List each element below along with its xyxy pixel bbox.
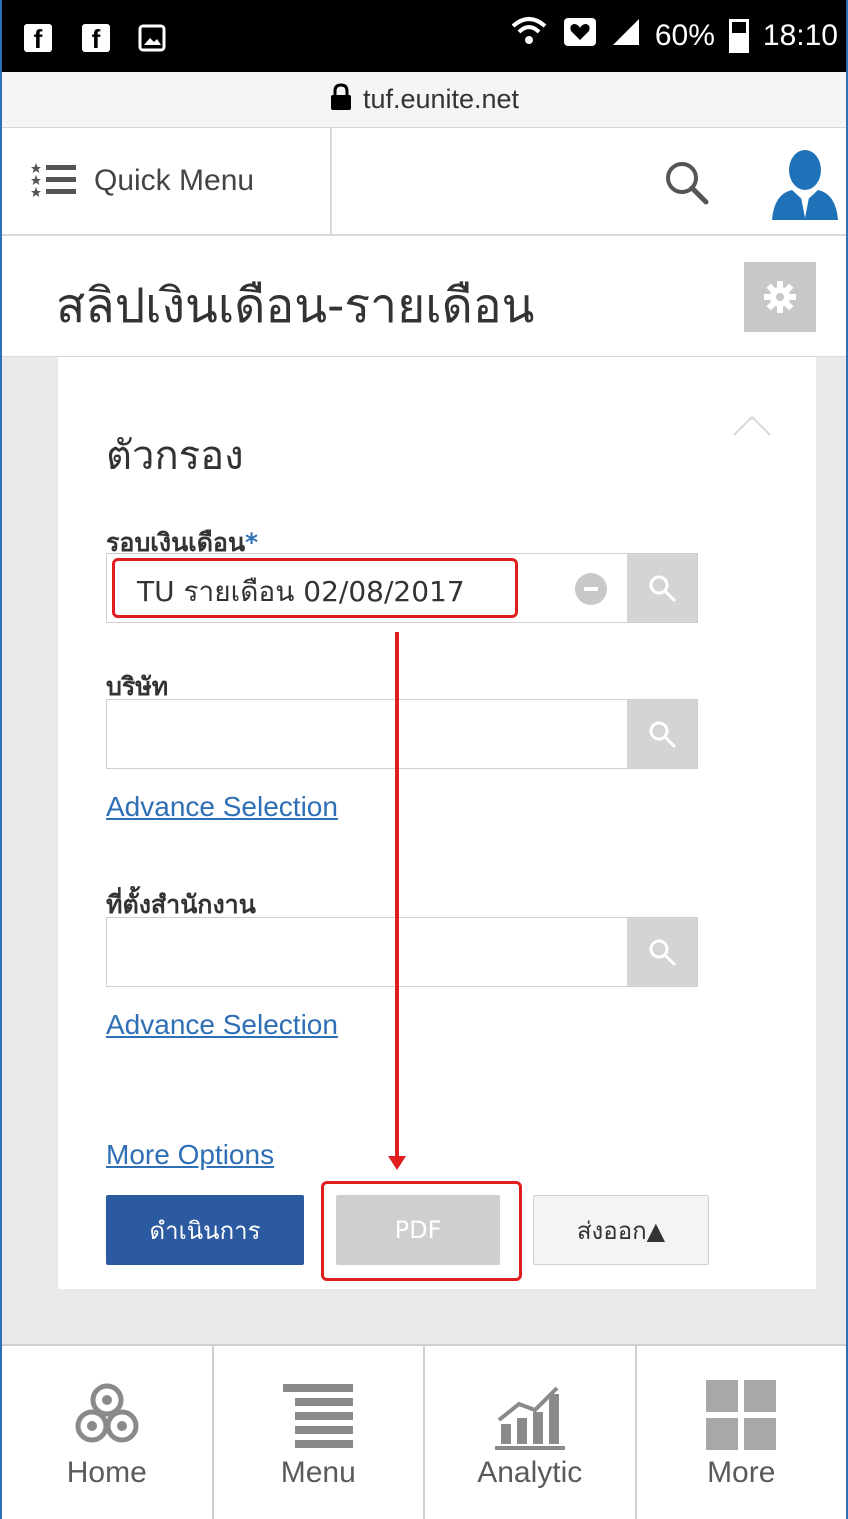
nav-analytic[interactable]: Analytic <box>425 1346 637 1519</box>
filter-title: ตัวกรอง <box>106 433 244 479</box>
highlight-payroll-round <box>112 558 518 618</box>
nav-analytic-label: Analytic <box>477 1456 583 1489</box>
status-time: 18:10 <box>762 19 838 52</box>
analytic-icon <box>494 1386 565 1450</box>
more-grid-icon <box>706 1380 777 1450</box>
advance-selection-link-company[interactable]: Advance Selection <box>106 791 338 823</box>
lock-icon <box>329 83 353 116</box>
nav-home-label: Home <box>66 1456 147 1489</box>
nav-more-label: More <box>707 1456 776 1489</box>
annotation-arrow-line <box>395 632 399 1160</box>
starred-list-icon <box>30 161 78 202</box>
bottom-nav: Home Menu Analytic More <box>2 1344 846 1519</box>
menu-icon <box>283 1384 354 1448</box>
search-button[interactable] <box>662 158 712 208</box>
home-icon <box>75 1383 139 1443</box>
facebook-icon: f <box>82 24 110 54</box>
office-location-lookup-button[interactable] <box>627 918 697 986</box>
page-title: สลิปเงินเดือน-รายเดือน <box>56 278 535 334</box>
search-icon <box>649 939 676 966</box>
status-bar: f f 60% 18:10 <box>2 0 846 72</box>
search-icon <box>666 162 709 205</box>
settings-button[interactable] <box>744 262 816 332</box>
export-button[interactable]: ส่งออก▲ <box>533 1195 709 1265</box>
battery-icon <box>728 19 749 53</box>
collapse-button[interactable] <box>732 413 772 437</box>
image-icon <box>138 24 166 52</box>
signal-icon <box>611 17 641 55</box>
nav-menu[interactable]: Menu <box>214 1346 425 1519</box>
address-bar[interactable]: tuf.eunite.net <box>2 72 846 128</box>
heart-icon <box>563 17 597 55</box>
clear-icon[interactable] <box>575 573 607 605</box>
quick-menu-label: Quick Menu <box>94 164 255 197</box>
nav-more[interactable]: More <box>637 1346 847 1519</box>
company-field[interactable] <box>106 699 698 769</box>
highlight-pdf-button <box>321 1181 522 1281</box>
nav-home[interactable]: Home <box>2 1346 214 1519</box>
annotation-arrow-head <box>388 1156 406 1170</box>
quick-menu-button[interactable]: Quick Menu <box>30 128 254 234</box>
more-options-link[interactable]: More Options <box>106 1139 274 1171</box>
gear-icon <box>764 281 796 313</box>
header-divider <box>330 128 332 234</box>
nav-menu-label: Menu <box>280 1456 356 1489</box>
facebook-icon: f <box>24 24 52 54</box>
search-icon <box>649 575 676 602</box>
app-frame: f f 60% 18:10 tuf.eunite.net Quick Menu … <box>0 0 848 1519</box>
search-icon <box>649 721 676 748</box>
user-avatar[interactable] <box>770 146 840 220</box>
app-header: Quick Menu <box>2 128 846 236</box>
office-location-field[interactable] <box>106 917 698 987</box>
status-right: 60% 18:10 <box>509 14 838 58</box>
run-button[interactable]: ดำเนินการ <box>106 1195 304 1265</box>
advance-selection-link-office[interactable]: Advance Selection <box>106 1009 338 1041</box>
user-icon <box>772 150 838 220</box>
wifi-icon <box>509 14 549 58</box>
filter-panel: ตัวกรอง รอบเงินเดือน* TU รายเดือน 02/08/… <box>58 357 816 1289</box>
chevron-up-icon <box>733 415 771 436</box>
battery-percent: 60% <box>654 19 715 52</box>
payroll-round-lookup-button[interactable] <box>627 554 697 622</box>
url-text: tuf.eunite.net <box>362 84 520 114</box>
company-lookup-button[interactable] <box>627 700 697 768</box>
